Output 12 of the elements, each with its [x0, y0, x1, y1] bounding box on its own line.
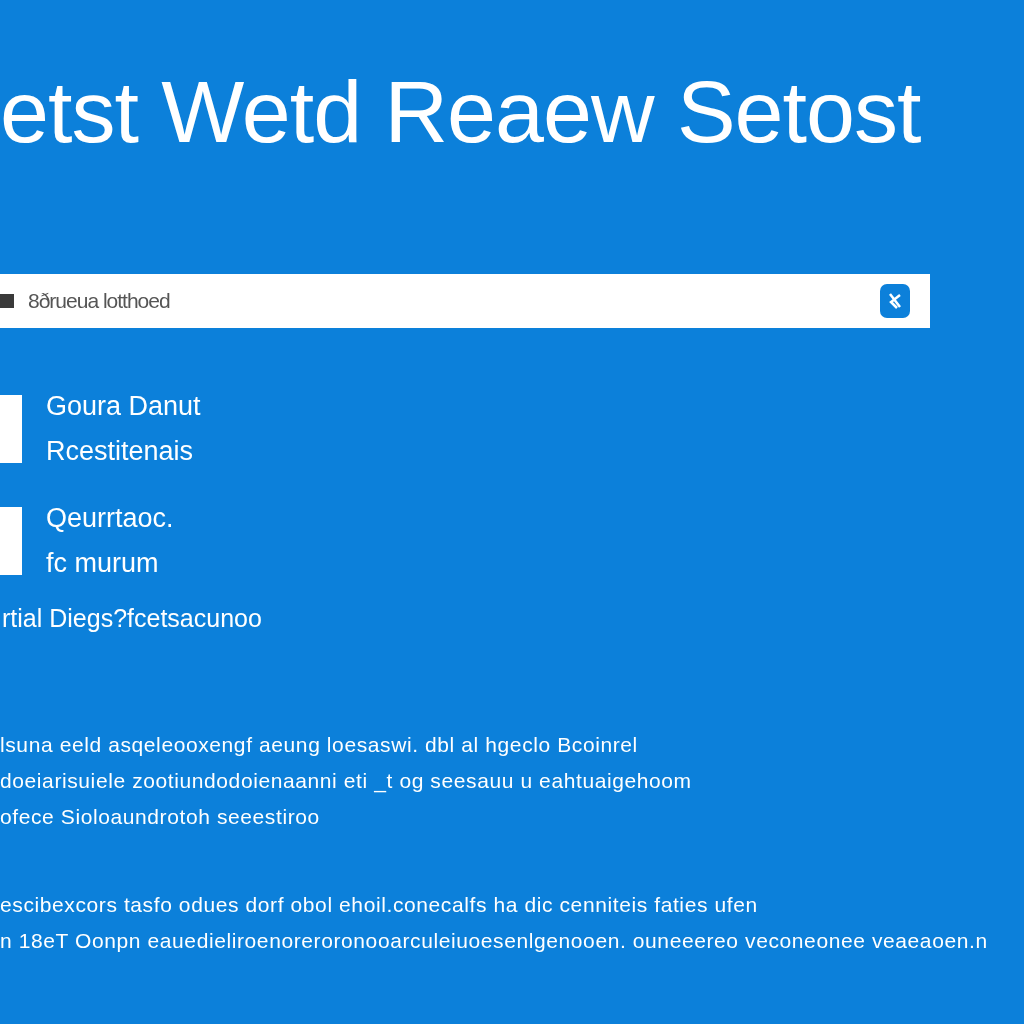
checkbox[interactable] — [0, 507, 22, 575]
paragraph: escibexcors tasfo odues dorf obol ehoil.conecalfs ha dic cenniteis faties ufen n 18eT Oonpn eauedieliroenoreroronooarculeiuoesenlgenooen. ouneeereo veconeonee veaeaoen.n — [0, 892, 989, 954]
note-text: rtial Diegs?fcetsacunoo — [1, 604, 263, 633]
option-label: Goura Danut Rcestitenais — [46, 390, 201, 468]
checkbox[interactable] — [0, 395, 22, 463]
search-button[interactable] — [880, 284, 910, 318]
page-title: etst Wetd Reaew Setost — [0, 62, 922, 162]
search-field[interactable]: 8ðrueua lotthoed — [0, 274, 930, 328]
option-label: Qeurrtaoc. fc murum — [46, 502, 174, 580]
glyph-icon — [887, 292, 903, 310]
paragraph: lsuna eeld asqeleooxengf aeung loesaswi. dbl al hgeclo Bcoinrel doeiarisuiele zootiundodoienaanni eti _t og seesauu u eahtuaigehoom ofece Sioloaundrotoh seeestiroo — [0, 732, 693, 830]
square-icon — [0, 294, 14, 308]
